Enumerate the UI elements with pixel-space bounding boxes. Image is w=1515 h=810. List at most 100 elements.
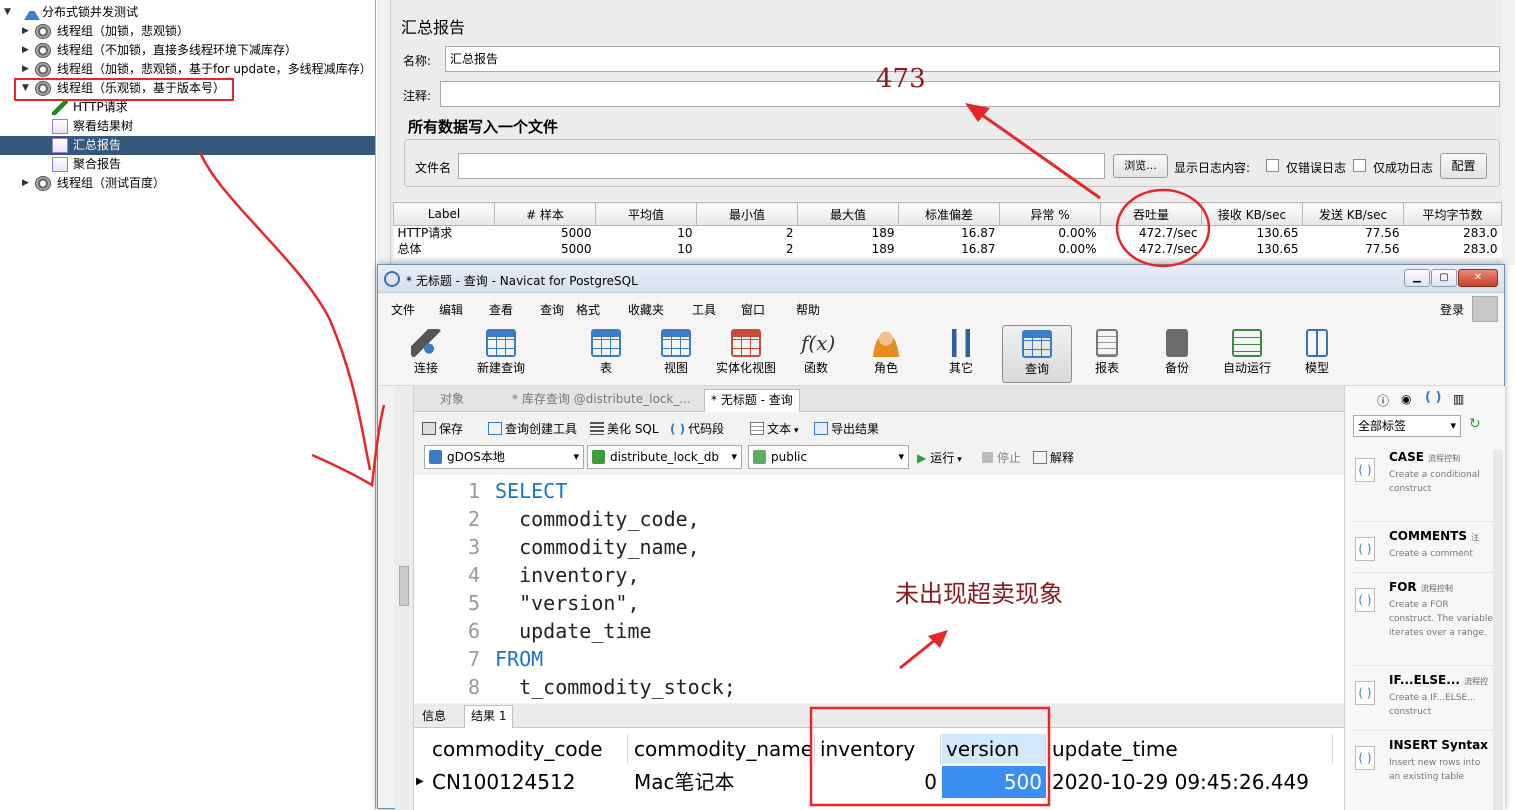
menu-favorites[interactable]: 收藏夹 <box>628 301 664 318</box>
database-select[interactable]: distribute_lock_db <box>587 445 742 469</box>
automation-button[interactable]: 自动运行 <box>1212 325 1282 383</box>
column-header[interactable]: 平均值 <box>595 202 697 226</box>
explain-button[interactable]: 解释 <box>1033 449 1074 466</box>
panel-layout-icon[interactable]: ▥ <box>1453 392 1464 406</box>
sql-line[interactable]: commodity_code, <box>495 507 700 531</box>
grid-cell[interactable]: CN100124512 <box>428 766 628 798</box>
sql-line[interactable]: FROM <box>495 647 543 671</box>
success-only-checkbox[interactable] <box>1353 159 1366 172</box>
code-snippet-button[interactable]: ( ) 代码段 <box>670 420 724 437</box>
grid-header[interactable]: commodity_code <box>428 734 628 764</box>
comment-field[interactable] <box>440 81 1500 107</box>
column-header[interactable]: 接收 KB/sec <box>1201 202 1303 226</box>
collapse-arrow-icon[interactable]: ▶ <box>22 60 32 79</box>
column-header[interactable]: 标准偏差 <box>898 202 1000 226</box>
sql-line[interactable]: commodity_name, <box>495 535 700 559</box>
column-header[interactable]: 最小值 <box>696 202 798 226</box>
menu-help[interactable]: 帮助 <box>796 301 820 318</box>
browse-button[interactable]: 浏览... <box>1113 154 1168 178</box>
export-results-button[interactable]: 导出结果 <box>814 420 879 437</box>
snippet-scrollbar[interactable] <box>1493 450 1503 810</box>
expand-arrow-icon[interactable]: ▼ <box>4 3 14 22</box>
save-button[interactable]: 保存 <box>422 420 463 437</box>
refresh-icon[interactable]: ↻ <box>1469 416 1481 432</box>
configure-button[interactable]: 配置 <box>1440 153 1487 179</box>
column-header[interactable]: 最大值 <box>797 202 899 226</box>
query-button[interactable]: 查询 <box>1002 325 1072 383</box>
new-query-button[interactable]: 新建查询 <box>466 325 536 383</box>
query-builder-button[interactable]: 查询创建工具 <box>488 420 577 437</box>
snippet-if-else[interactable]: ( ) IF...ELSE... 流程控 Create a IF...ELSE.… <box>1351 673 1499 731</box>
name-field[interactable]: 汇总报告 <box>445 46 1500 72</box>
beautify-sql-button[interactable]: 美化 SQL <box>590 420 659 437</box>
menu-file[interactable]: 文件 <box>391 301 415 318</box>
eye-icon[interactable]: ◉ <box>1401 392 1411 406</box>
stop-button[interactable]: 停止 <box>982 449 1021 466</box>
column-header[interactable]: 异常 % <box>999 202 1101 226</box>
grid-header[interactable]: inventory <box>816 734 941 764</box>
view-button[interactable]: 视图 <box>641 325 711 383</box>
sql-line[interactable]: update_time <box>495 619 651 643</box>
run-button[interactable]: ▶ 运行 ▾ <box>917 449 962 466</box>
grid-cell-selected[interactable]: 500 <box>942 766 1046 798</box>
table-button[interactable]: 表 <box>571 325 641 383</box>
menu-tools[interactable]: 工具 <box>692 301 716 318</box>
close-button[interactable]: ✕ <box>1458 269 1498 287</box>
minimize-button[interactable]: ▁ <box>1404 269 1430 287</box>
errors-only-checkbox[interactable] <box>1266 159 1279 172</box>
column-header[interactable]: 吞吐量 <box>1100 202 1202 226</box>
grid-cell[interactable]: Mac笔记本 <box>630 766 815 798</box>
column-header[interactable]: Label <box>393 202 495 226</box>
tree-item-summary-report[interactable]: 汇总报告 <box>0 136 375 155</box>
snippet-case[interactable]: ( ) CASE 流程控制 Create a conditional const… <box>1351 450 1499 522</box>
column-header[interactable]: # 样本 <box>494 202 596 226</box>
sql-line[interactable]: t_commodity_stock; <box>495 675 736 699</box>
sql-editor[interactable]: 1 SELECT 2 commodity_code, 3 commodity_n… <box>414 475 1344 703</box>
menu-query[interactable]: 查询 <box>540 301 564 318</box>
collapse-arrow-icon[interactable]: ▶ <box>22 22 32 41</box>
login-link[interactable]: 登录 <box>1440 301 1464 318</box>
column-header[interactable]: 发送 KB/sec <box>1302 202 1404 226</box>
collapse-arrow-icon[interactable]: ▶ <box>22 41 32 60</box>
backup-button[interactable]: 备份 <box>1142 325 1212 383</box>
window-titlebar[interactable]: * 无标题 - 查询 - Navicat for PostgreSQL ▁ ▢ … <box>378 265 1504 293</box>
maximize-button[interactable]: ▢ <box>1431 269 1457 287</box>
model-button[interactable]: 模型 <box>1282 325 1352 383</box>
snippet-comments[interactable]: ( ) COMMENTS 注 Create a comment <box>1351 529 1499 573</box>
snippet-icon[interactable]: ( ) <box>1425 390 1441 405</box>
info-icon[interactable]: ⓘ <box>1377 392 1389 409</box>
function-button[interactable]: f(x) 函数 <box>781 325 851 383</box>
connect-button[interactable]: 连接 <box>391 325 461 383</box>
collapse-arrow-icon[interactable]: ▶ <box>22 174 32 193</box>
text-button[interactable]: 文本 ▾ <box>750 420 799 437</box>
tab-objects[interactable]: 对象 <box>434 389 470 412</box>
tag-filter-select[interactable]: 全部标签 <box>1353 415 1461 437</box>
report-button[interactable]: 报表 <box>1072 325 1142 383</box>
tab-inventory-query[interactable]: * 库存查询 @distribute_lock_... <box>506 389 697 412</box>
sql-line[interactable]: inventory, <box>495 563 639 587</box>
table-row[interactable]: HTTP请求 5000 10 2 189 16.87 0.00% 472.7/s… <box>393 225 1502 242</box>
tab-result-1[interactable]: 结果 1 <box>464 705 514 728</box>
snippet-insert[interactable]: ( ) INSERT Syntax Insert new rows into a… <box>1351 738 1499 808</box>
grid-header[interactable]: version <box>942 734 1046 764</box>
schema-select[interactable]: public <box>748 445 909 469</box>
sql-line[interactable]: SELECT <box>495 479 567 503</box>
connection-select[interactable]: gDOS本地 <box>424 445 584 469</box>
sql-line[interactable]: "version", <box>495 591 639 615</box>
grid-cell[interactable]: 0 <box>816 766 941 798</box>
menu-window[interactable]: 窗口 <box>741 301 765 318</box>
grid-header[interactable]: commodity_name <box>630 734 815 764</box>
filename-field[interactable] <box>458 153 1105 179</box>
materialized-view-button[interactable]: 实体化视图 <box>711 325 781 383</box>
grid-cell[interactable]: 2020-10-29 09:45:26.449 <box>1048 766 1333 798</box>
column-header[interactable]: 平均字节数 <box>1403 202 1502 226</box>
tab-untitled-query[interactable]: * 无标题 - 查询 <box>704 389 800 412</box>
table-row[interactable]: 总体 5000 10 2 189 16.87 0.00% 472.7/sec 1… <box>393 241 1502 258</box>
avatar[interactable] <box>1472 296 1498 322</box>
menu-edit[interactable]: 编辑 <box>439 301 463 318</box>
snippet-for[interactable]: ( ) FOR 流程控制 Create a FOR construct. The… <box>1351 580 1499 666</box>
tab-info[interactable]: 信息 <box>416 706 452 728</box>
menu-format[interactable]: 格式 <box>576 301 600 318</box>
menu-view[interactable]: 查看 <box>489 301 513 318</box>
role-button[interactable]: 角色 <box>851 325 921 383</box>
